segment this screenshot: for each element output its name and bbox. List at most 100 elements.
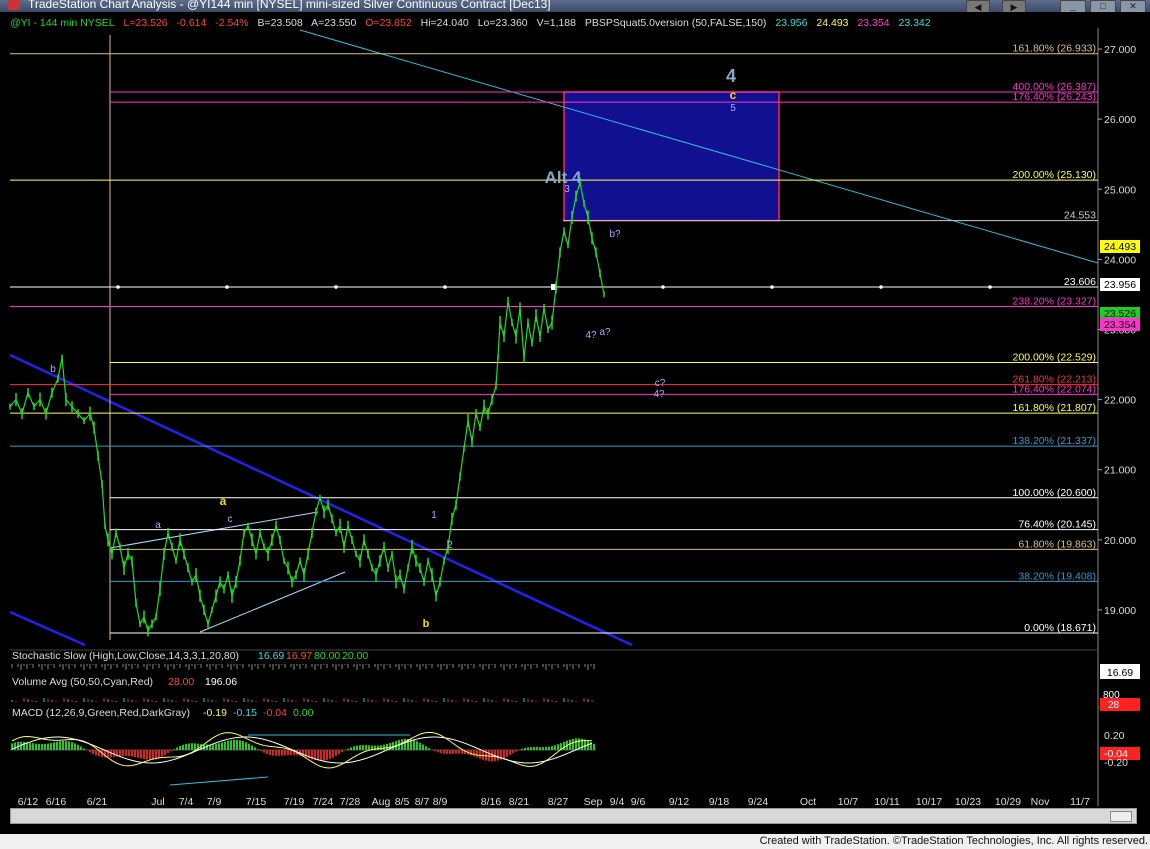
x-tick-label: 6/21 xyxy=(87,796,108,808)
x-tick-label: 9/12 xyxy=(669,796,690,808)
macd-label: MACD (12,26,9,Green,Red,DarkGray) xyxy=(12,707,190,719)
x-tick-label: 7/28 xyxy=(340,796,361,808)
macd-value: -0.15 xyxy=(233,707,257,719)
wave-label: a? xyxy=(599,327,611,338)
y-tick-label: 21.000 xyxy=(1104,465,1136,477)
x-tick-label: 8/27 xyxy=(548,796,569,808)
price-tag-label: 23.956 xyxy=(1104,279,1136,291)
y-tick-label: 25.000 xyxy=(1104,184,1136,196)
x-tick-label: 8/9 xyxy=(433,796,448,808)
fib-level-label: 38.20% (19.408) xyxy=(1018,570,1096,582)
x-tick-label: Nov xyxy=(1031,796,1050,808)
wave-label: c? xyxy=(655,378,666,389)
x-tick-label: 6/16 xyxy=(46,796,67,808)
wave-label: c xyxy=(228,514,233,525)
price-chart[interactable]: 161.80% (26.933)400.00% (26.387)176.40% … xyxy=(0,0,1150,849)
volume-tag xyxy=(1100,698,1140,711)
macd-value: -0.19 xyxy=(203,707,227,719)
stochastic-tag-label: 16.69 xyxy=(1107,667,1133,679)
downtrend-line-lower xyxy=(9,610,86,647)
level-dot xyxy=(443,285,447,289)
x-tick-label: 9/6 xyxy=(631,796,646,808)
stochastic-value: 20.00 xyxy=(342,650,368,662)
volume-value: 196.06 xyxy=(205,676,237,688)
fib-level-label: 176.40% (22.074) xyxy=(1013,383,1096,395)
fib-level-label: 24.553 xyxy=(1064,210,1096,222)
volume-label: Volume Avg (50,50,Cyan,Red) xyxy=(12,676,153,688)
macd-value: -0.04 xyxy=(263,707,287,719)
level-dot xyxy=(879,285,883,289)
fib-level-label: 176.40% (26.243) xyxy=(1013,91,1096,103)
level-dot xyxy=(225,285,229,289)
x-tick-label: 8/5 xyxy=(395,796,410,808)
resistance-trendline xyxy=(299,29,1099,264)
level-dot xyxy=(116,285,120,289)
x-tick-label: 7/4 xyxy=(179,796,194,808)
x-tick-label: 7/24 xyxy=(313,796,334,808)
wave-label: 3 xyxy=(564,184,570,195)
x-tick-label: 11/7 xyxy=(1070,796,1090,808)
fib-level-label: 161.80% (21.807) xyxy=(1013,402,1096,414)
x-tick-label: 9/24 xyxy=(748,796,769,808)
level-dot xyxy=(988,285,992,289)
fib-level-label: 200.00% (25.130) xyxy=(1013,169,1096,181)
fib-level-label: 138.20% (21.337) xyxy=(1013,435,1096,447)
x-tick-label: 7/19 xyxy=(284,796,305,808)
wave-label: a xyxy=(220,494,227,508)
level-dot xyxy=(661,285,665,289)
volume-value: 28.00 xyxy=(168,676,194,688)
fib-level-label: 238.20% (23.327) xyxy=(1013,296,1096,308)
x-tick-label: 10/17 xyxy=(916,796,942,808)
fib-level-label: 0.00% (18.671) xyxy=(1024,622,1096,634)
copyright-text: Created with TradeStation. ©TradeStation… xyxy=(759,835,1148,847)
wave-label: b xyxy=(50,364,56,375)
stochastic-value: 16.69 xyxy=(258,650,284,662)
fib-level-label: 200.00% (22.529) xyxy=(1013,352,1096,364)
fib-level-label: 61.80% (19.863) xyxy=(1018,538,1096,550)
footer-bar: Created with TradeStation. ©TradeStation… xyxy=(0,834,1150,849)
horizontal-scrollbar[interactable] xyxy=(10,808,1137,824)
price-tag-label: 24.493 xyxy=(1104,241,1136,253)
x-tick-label: 8/21 xyxy=(509,796,530,808)
level-dot xyxy=(770,285,774,289)
x-tick-label: Oct xyxy=(800,796,816,808)
y-tick-label: 24.000 xyxy=(1104,254,1136,266)
wave-label: 4 xyxy=(726,66,736,86)
wave-label: 1 xyxy=(431,510,437,521)
wave-label: 2 xyxy=(447,540,453,551)
macd-divergence-line-lower xyxy=(169,776,269,786)
x-tick-label: 7/15 xyxy=(246,796,267,808)
x-tick-label: 10/7 xyxy=(838,796,859,808)
x-tick-label: Jul xyxy=(151,796,164,808)
level-dot xyxy=(334,285,338,289)
y-tick-label: 27.000 xyxy=(1104,44,1136,56)
y-tick-label: 26.000 xyxy=(1104,114,1136,126)
price-series-line xyxy=(9,182,605,633)
fib-level-label: 76.40% (20.145) xyxy=(1018,519,1096,531)
y-tick-label: 19.000 xyxy=(1104,605,1136,617)
wave-label: 5 xyxy=(730,103,736,114)
macd-tick-label: -0.20 xyxy=(1104,757,1128,769)
wave-label: 4? xyxy=(653,389,665,400)
price-tag-label: 23.354 xyxy=(1104,319,1136,331)
y-tick-label: 22.000 xyxy=(1104,395,1136,407)
x-tick-label: 7/9 xyxy=(207,796,222,808)
fib-level-label: 161.80% (26.933) xyxy=(1013,43,1096,55)
x-tick-label: 6/12 xyxy=(18,796,39,808)
wave-label: b xyxy=(423,618,430,630)
fib-level-label: 23.606 xyxy=(1064,276,1096,288)
wave-label: 4? xyxy=(585,330,597,341)
x-tick-label: Sep xyxy=(584,796,603,808)
x-tick-label: 10/23 xyxy=(955,796,981,808)
scrollbar-thumb[interactable] xyxy=(1110,811,1132,822)
x-tick-label: 10/29 xyxy=(995,796,1021,808)
wave-label: a xyxy=(155,520,161,531)
wave-label: b? xyxy=(609,229,621,240)
x-tick-label: 9/4 xyxy=(610,796,625,808)
volume-tag-label: 28 xyxy=(1108,700,1120,711)
fib-level-label: 100.00% (20.600) xyxy=(1013,487,1096,499)
stochastic-value: 80.00 xyxy=(314,650,340,662)
y-tick-label: 20.000 xyxy=(1104,535,1136,547)
x-tick-label: 10/11 xyxy=(874,796,900,808)
x-tick-label: 8/16 xyxy=(481,796,502,808)
